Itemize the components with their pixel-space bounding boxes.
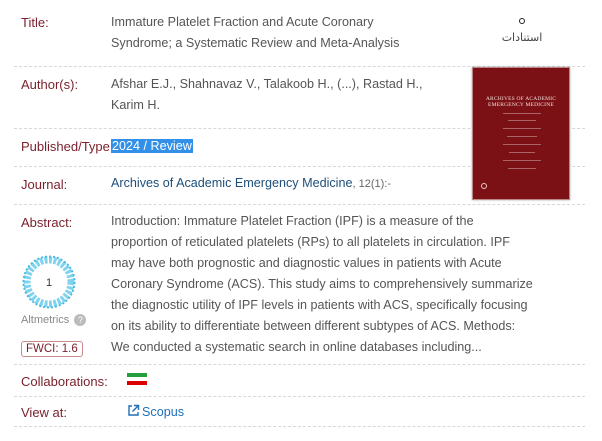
abstract-line: the diagnostic utility of IPF levels in … xyxy=(111,298,528,312)
abstract-label: Abstract: xyxy=(21,215,73,230)
cover-divider xyxy=(507,136,537,137)
view-at-row: View at: xyxy=(14,397,585,427)
collaborations-label: Collaborations: xyxy=(21,374,108,389)
scopus-label: Scopus xyxy=(142,405,185,419)
published-label: Published/Type: xyxy=(21,139,114,154)
authors-line-2: Karim H. xyxy=(111,98,160,112)
altmetric-score: 1 xyxy=(46,277,52,289)
cover-divider xyxy=(503,128,541,129)
cover-title-line-2: EMERGENCY MEDICINE xyxy=(488,102,554,108)
abstract-line: Introduction: Immature Platelet Fraction… xyxy=(111,214,474,228)
cover-divider xyxy=(508,168,536,169)
citations-widget[interactable]: استنادات xyxy=(494,16,550,44)
abstract-line: proportion of reticulated platelets (RPs… xyxy=(111,235,510,249)
help-icon[interactable]: ? xyxy=(74,314,87,327)
collaborations-row: Collaborations: xyxy=(14,365,585,397)
authors-line-1: Afshar E.J., Shahnavaz V., Talakoob H., … xyxy=(111,77,423,91)
journal-link[interactable]: Archives of Academic Emergency Medicine xyxy=(111,176,352,190)
title-label: Title: xyxy=(21,15,49,30)
cover-title: ARCHIVES OF ACADEMIC EMERGENCY MEDICINE xyxy=(473,96,569,108)
cover-logo-icon xyxy=(481,183,487,189)
abstract-line: Coronary Syndrome (ACS). This study aims… xyxy=(111,277,533,291)
external-link-icon xyxy=(128,404,140,416)
article-title: Immature Platelet Fraction and Acute Cor… xyxy=(111,12,440,54)
altmetric-label-wrap: Altmetrics ? xyxy=(21,314,87,327)
journal-ref: , 12(1):- xyxy=(352,178,391,190)
authors-label: Author(s): xyxy=(21,77,79,92)
authors-value: Afshar E.J., Shahnavaz V., Talakoob H., … xyxy=(111,74,440,116)
journal-label: Journal: xyxy=(21,177,68,192)
iran-flag-icon xyxy=(127,373,147,385)
cover-divider xyxy=(509,152,535,153)
citation-dot-icon xyxy=(519,18,525,24)
abstract-line: We conducted a systematic search in onli… xyxy=(111,340,482,354)
abstract-line: on its ability to differentiate between … xyxy=(111,319,516,333)
altmetric-badge[interactable]: 1 xyxy=(21,254,77,310)
published-type-text[interactable]: 2024 / Review xyxy=(111,139,193,153)
title-line-2: Syndrome; a Systematic Review and Meta-A… xyxy=(111,36,400,50)
citations-label: استنادات xyxy=(501,32,543,44)
scopus-link[interactable]: Scopus xyxy=(127,404,184,419)
fwci-badge[interactable]: FWCI: 1.6 xyxy=(21,341,83,357)
title-line-1: Immature Platelet Fraction and Acute Cor… xyxy=(111,15,374,29)
journal-cover-image[interactable]: ARCHIVES OF ACADEMIC EMERGENCY MEDICINE xyxy=(472,67,570,200)
abstract-line: may have both prognostic and diagnostic … xyxy=(111,256,502,270)
view-at-label: View at: xyxy=(21,405,68,420)
altmetric-label: Altmetrics xyxy=(21,314,70,326)
cover-divider xyxy=(503,160,541,161)
cover-divider xyxy=(503,144,541,145)
cover-divider xyxy=(503,113,541,114)
cover-divider xyxy=(508,120,536,121)
published-value: 2024 / Review xyxy=(111,136,193,157)
journal-value: Archives of Academic Emergency Medicine,… xyxy=(111,173,391,195)
abstract-text: Introduction: Immature Platelet Fraction… xyxy=(111,211,565,358)
